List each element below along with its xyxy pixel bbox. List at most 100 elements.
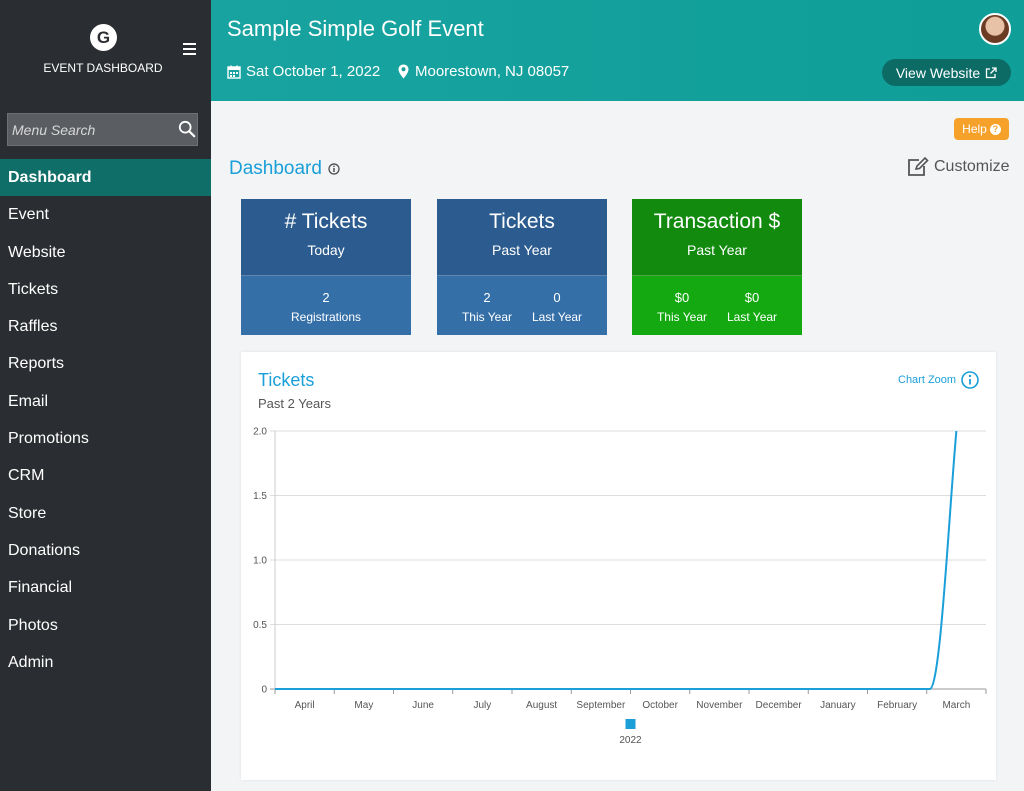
help-label: Help: [962, 122, 987, 136]
transaction-card[interactable]: Transaction $ Past Year $0 This Year $0 …: [632, 199, 802, 335]
event-date-text: Sat October 1, 2022: [246, 63, 381, 80]
sidebar-item-admin[interactable]: Admin: [0, 644, 211, 681]
y-tick-label: 2.0: [253, 427, 267, 438]
sidebar-item-financial[interactable]: Financial: [0, 569, 211, 606]
x-tick-label: May: [354, 700, 373, 711]
card-title: Tickets: [489, 210, 555, 233]
sidebar-item-photos[interactable]: Photos: [0, 607, 211, 644]
chart-zoom-label: Chart Zoom: [898, 374, 957, 386]
card-stat: $0 Last Year: [727, 290, 777, 335]
tickets-today-card[interactable]: # Tickets Today 2 Registrations: [241, 199, 411, 335]
x-tick-label: February: [877, 700, 917, 711]
sidebar-item-email[interactable]: Email: [0, 383, 211, 420]
sidebar-item-crm[interactable]: CRM: [0, 457, 211, 494]
chart-zoom-button[interactable]: Chart Zoom: [898, 371, 979, 389]
legend-label: 2022: [619, 735, 642, 746]
card-stat: 0 Last Year: [532, 290, 582, 335]
tickets-past-year-card[interactable]: Tickets Past Year 2 This Year 0 Last Yea…: [437, 199, 607, 335]
stat-value: $0: [674, 290, 690, 305]
sidebar-nav: Dashboard Event Website Tickets Raffles Repor…: [0, 159, 211, 681]
question-icon: ?: [989, 123, 1001, 135]
x-tick-label: December: [756, 700, 803, 711]
tickets-chart: 0 0.5 1.0 1.5 2.0 April May June July August Septe…: [253, 427, 987, 746]
sidebar-item-website[interactable]: Website: [0, 234, 211, 271]
stat-label: This Year: [656, 310, 707, 324]
card-subtitle: Past Year: [492, 242, 552, 258]
menu-search: [7, 113, 198, 146]
sidebar-item-reports[interactable]: Reports: [0, 345, 211, 382]
sidebar-item-tickets[interactable]: Tickets: [0, 271, 211, 308]
stat-value: $0: [744, 290, 760, 305]
stat-value: 0: [553, 290, 561, 305]
card-header: # Tickets Today: [241, 199, 411, 276]
view-website-label: View Website: [895, 64, 981, 81]
chart-subtitle: Past 2 Years: [258, 396, 331, 411]
external-link-icon: [986, 66, 997, 78]
sidebar-header: G EVENT DASHBOARD: [0, 0, 211, 101]
legend-swatch: [625, 719, 636, 729]
card-stat: 2 Registrations: [291, 290, 361, 335]
menu-toggle-icon[interactable]: [183, 43, 196, 55]
card-stats: 2 This Year 0 Last Year: [437, 276, 607, 335]
info-circle-icon: [961, 371, 979, 389]
card-stat: $0 This Year: [657, 290, 707, 335]
stat-value: 2: [483, 290, 491, 305]
help-button[interactable]: Help ?: [954, 118, 1009, 140]
x-tick-label: October: [642, 700, 678, 711]
event-title: Sample Simple Golf Event: [227, 16, 484, 41]
customize-label: Customize: [934, 158, 1010, 175]
event-date: Sat October 1, 2022: [227, 63, 380, 80]
page-title-text: Dashboard: [229, 158, 322, 179]
x-tick-label: July: [473, 700, 491, 711]
event-location-text: Moorestown, NJ 08057: [415, 63, 570, 80]
x-tick-label: November: [696, 700, 743, 711]
card-header: Transaction $ Past Year: [632, 199, 802, 276]
x-tick-label: June: [412, 700, 434, 711]
page-title: Dashboard: [229, 158, 340, 180]
app-logo[interactable]: G: [90, 24, 117, 51]
y-tick-label: 0: [261, 685, 267, 696]
info-icon[interactable]: [328, 163, 340, 175]
x-tick-label: April: [295, 700, 315, 711]
card-subtitle: Past Year: [687, 242, 747, 258]
user-avatar[interactable]: [979, 13, 1011, 45]
stat-label: Last Year: [532, 310, 583, 324]
menu-search-input[interactable]: [12, 114, 172, 145]
map-pin-icon: [398, 64, 409, 79]
y-tick-label: 1.0: [253, 556, 267, 567]
calendar-icon: [227, 65, 241, 79]
event-location: Moorestown, NJ 08057: [398, 63, 569, 80]
edit-icon: [908, 157, 929, 176]
customize-button[interactable]: Customize: [907, 157, 1010, 177]
stat-label: Registrations: [290, 310, 362, 324]
sidebar-item-dashboard[interactable]: Dashboard: [0, 159, 211, 197]
x-tick-label: September: [576, 700, 626, 711]
sidebar-item-event[interactable]: Event: [0, 196, 211, 233]
stat-label: This Year: [461, 310, 512, 324]
tickets-chart-panel: 0 0.5 1.0 1.5 2.0 April May June July August Septe…: [241, 352, 996, 780]
search-icon[interactable]: [178, 120, 196, 138]
card-stats: 2 Registrations: [241, 276, 411, 335]
card-subtitle: Today: [307, 242, 345, 258]
event-header: Sample Simple Golf Event Sat October 1, …: [211, 0, 1024, 101]
card-stats: $0 This Year $0 Last Year: [632, 276, 802, 335]
sidebar-item-donations[interactable]: Donations: [0, 532, 211, 569]
chart-title: Tickets: [258, 370, 315, 390]
sidebar-item-store[interactable]: Store: [0, 495, 211, 532]
sidebar-item-promotions[interactable]: Promotions: [0, 420, 211, 457]
card-stat: 2 This Year: [462, 290, 512, 335]
card-title: # Tickets: [284, 210, 368, 233]
card-title: Transaction $: [653, 210, 781, 233]
stat-label: Last Year: [727, 310, 778, 324]
y-tick-label: 0.5: [253, 620, 267, 631]
stat-value: 2: [322, 290, 330, 305]
view-website-button[interactable]: View Website: [882, 59, 1011, 86]
x-tick-label: January: [820, 700, 856, 711]
sidebar: G EVENT DASHBOARD DashboardEventWebsiteT…: [0, 0, 211, 791]
card-header: Tickets Past Year: [437, 199, 607, 276]
sidebar-item-raffles[interactable]: Raffles: [0, 308, 211, 345]
x-tick-label: March: [942, 700, 970, 711]
x-tick-label: August: [526, 700, 557, 711]
y-tick-label: 1.5: [253, 491, 267, 502]
sidebar-title: EVENT DASHBOARD: [43, 61, 163, 75]
